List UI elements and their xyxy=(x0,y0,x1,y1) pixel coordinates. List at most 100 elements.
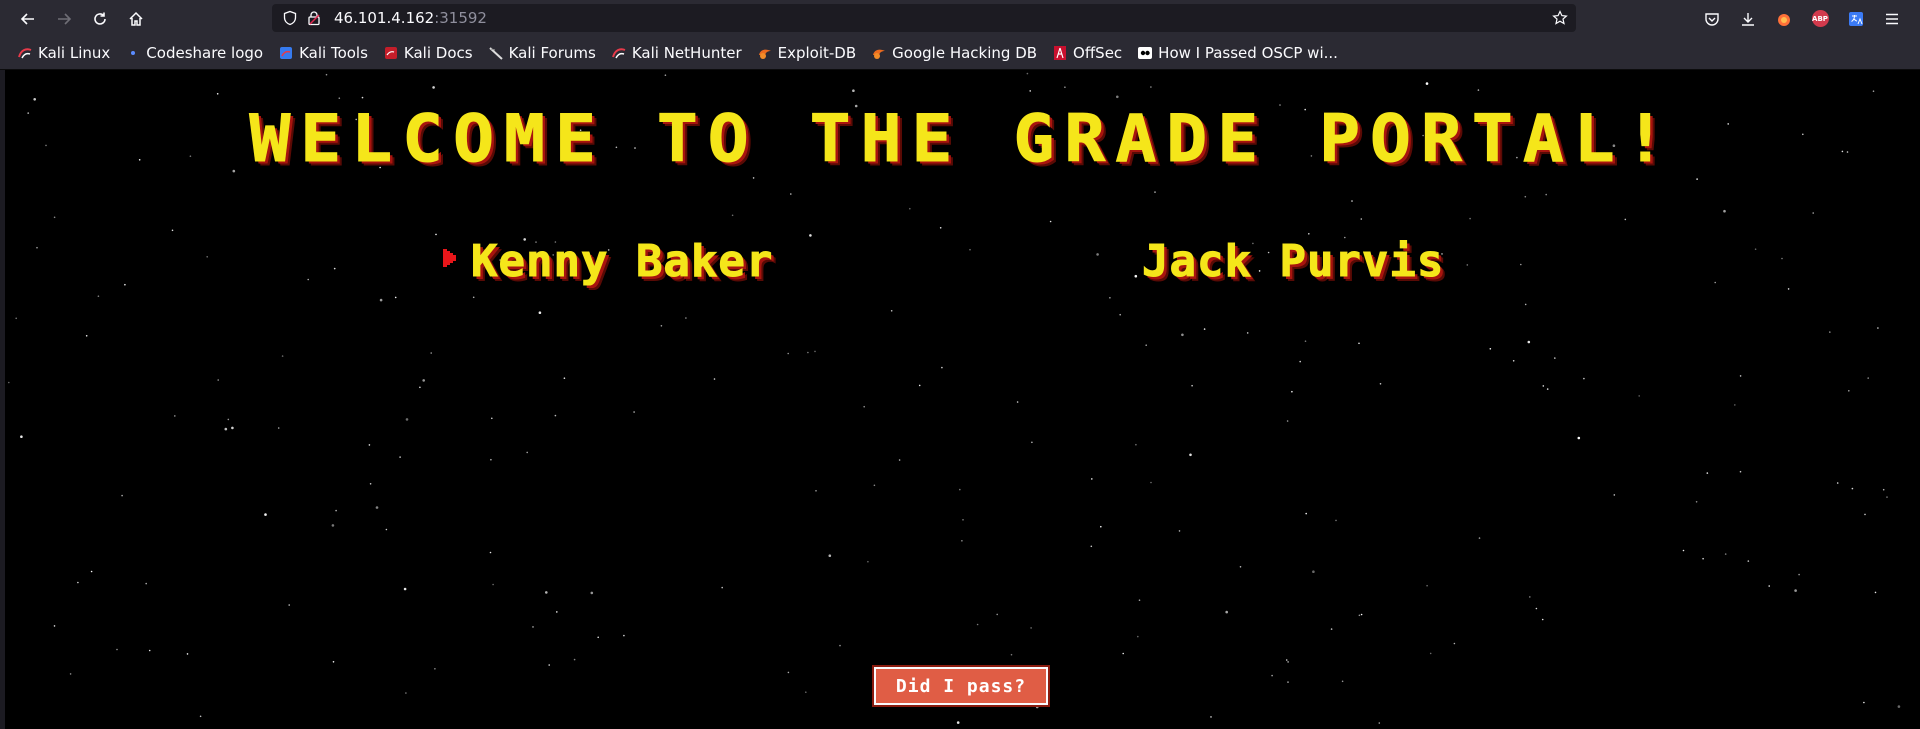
star-dot xyxy=(1787,288,1790,290)
star-dot xyxy=(590,591,594,595)
star-dot xyxy=(839,644,841,647)
star-dot xyxy=(1781,257,1783,260)
downloads-button[interactable] xyxy=(1730,1,1766,37)
star-dot xyxy=(361,96,364,99)
star-dot xyxy=(1520,263,1522,266)
exploitdb-icon xyxy=(758,46,772,60)
star-dot xyxy=(532,626,534,628)
bookmark-star-icon[interactable] xyxy=(1552,10,1568,26)
reload-button[interactable] xyxy=(83,2,117,36)
star-dot xyxy=(1524,195,1527,198)
hamburger-menu-icon xyxy=(1886,13,1898,24)
star-dot xyxy=(1035,705,1039,709)
star-dot xyxy=(145,582,147,585)
back-button[interactable] xyxy=(11,2,45,36)
shield-icon[interactable] xyxy=(282,10,298,26)
star-dot xyxy=(217,379,219,381)
firefox-extension-button[interactable] xyxy=(1766,1,1802,37)
star-dot xyxy=(939,227,942,229)
star-dot xyxy=(787,671,790,674)
star-dot xyxy=(307,278,310,281)
kali-tools-icon xyxy=(279,46,293,60)
star-dot xyxy=(1360,218,1363,220)
star-dot xyxy=(206,256,208,258)
home-button[interactable] xyxy=(119,2,153,36)
pocket-button[interactable] xyxy=(1694,1,1730,37)
star-dot xyxy=(828,554,832,557)
star-dot xyxy=(1527,340,1531,344)
star-dot xyxy=(375,506,379,509)
star-dot xyxy=(1546,388,1549,390)
star-dot xyxy=(1812,212,1814,214)
bookmark-label: Codeshare logo xyxy=(146,44,264,62)
star-dot xyxy=(277,427,280,429)
star-dot xyxy=(15,317,17,320)
star-dot xyxy=(489,551,492,554)
star-dot xyxy=(419,386,421,389)
forward-button[interactable] xyxy=(47,2,81,36)
bookmark-how-i-passed-oscp[interactable]: How I Passed OSCP wi... xyxy=(1136,41,1340,65)
star-dot xyxy=(1116,95,1119,99)
star-dot xyxy=(1191,384,1193,387)
student-option-jack-purvis[interactable]: Jack Purvis xyxy=(1141,236,1444,288)
star-dot xyxy=(814,350,816,353)
star-dot xyxy=(1049,220,1052,223)
star-dot xyxy=(563,377,566,380)
star-dot xyxy=(1535,607,1538,610)
bookmark-codeshare[interactable]: Codeshare logo xyxy=(124,41,265,65)
did-i-pass-button[interactable]: Did I pass? xyxy=(872,665,1050,707)
star-dot xyxy=(224,427,228,431)
star-dot xyxy=(124,283,126,286)
forward-arrow-icon xyxy=(58,12,72,25)
star-dot xyxy=(1100,525,1102,528)
star-dot xyxy=(405,418,409,421)
star-dot xyxy=(787,352,789,355)
bookmark-kali-linux[interactable]: Kali Linux xyxy=(16,41,112,65)
star-dot xyxy=(1246,332,1249,334)
bookmark-kali-nethunter[interactable]: Kali NetHunter xyxy=(610,41,744,65)
star-dot xyxy=(941,366,943,369)
bookmark-offsec[interactable]: OffSec xyxy=(1051,41,1124,65)
star-dot xyxy=(1863,701,1865,704)
lock-icon[interactable] xyxy=(306,10,322,26)
menu-button[interactable] xyxy=(1874,1,1910,37)
url-bar[interactable]: 46.101.4.162:31592 xyxy=(272,4,1576,32)
bookmark-kali-docs[interactable]: Kali Docs xyxy=(382,41,475,65)
star-dot xyxy=(491,417,493,420)
star-dot xyxy=(422,379,426,382)
star-dot xyxy=(1577,436,1581,440)
url-text[interactable]: 46.101.4.162:31592 xyxy=(334,9,487,27)
star-dot xyxy=(1682,549,1685,552)
star-dot xyxy=(85,335,88,337)
star-dot xyxy=(1872,90,1875,92)
star-dot xyxy=(1189,453,1192,457)
star-dot xyxy=(1529,596,1531,598)
star-dot xyxy=(1851,487,1854,490)
exploitdb-icon xyxy=(872,46,886,60)
student-option-kenny-baker[interactable]: Kenny Baker xyxy=(470,236,773,288)
star-dot xyxy=(873,484,876,487)
star-dot xyxy=(1135,443,1137,446)
star-dot xyxy=(1341,680,1344,683)
star-dot xyxy=(1016,401,1019,403)
star-dot xyxy=(1848,390,1850,392)
bookmark-exploit-db[interactable]: Exploit-DB xyxy=(756,41,859,65)
star-dot xyxy=(1624,218,1627,221)
translate-button[interactable] xyxy=(1838,1,1874,37)
star-dot xyxy=(338,97,341,99)
star-dot xyxy=(1029,90,1031,92)
star-dot xyxy=(1358,614,1361,617)
star-dot xyxy=(721,586,723,589)
bookmark-kali-tools[interactable]: Kali Tools xyxy=(277,41,370,65)
star-dot xyxy=(1351,200,1353,202)
bookmark-label: Exploit-DB xyxy=(777,44,857,62)
star-dot xyxy=(1239,566,1242,568)
bookmark-google-hacking-db[interactable]: Google Hacking DB xyxy=(870,41,1039,65)
star-dot xyxy=(1706,472,1709,474)
star-dot xyxy=(1358,342,1360,345)
bookmark-kali-forums[interactable]: Kali Forums xyxy=(487,41,598,65)
star-dot xyxy=(1638,395,1640,397)
adblock-button[interactable]: ABP xyxy=(1802,1,1838,37)
star-dot xyxy=(1739,470,1742,473)
page-viewport: WELCOME TO THE GRADE PORTAL! Kenny Baker… xyxy=(5,70,1920,729)
